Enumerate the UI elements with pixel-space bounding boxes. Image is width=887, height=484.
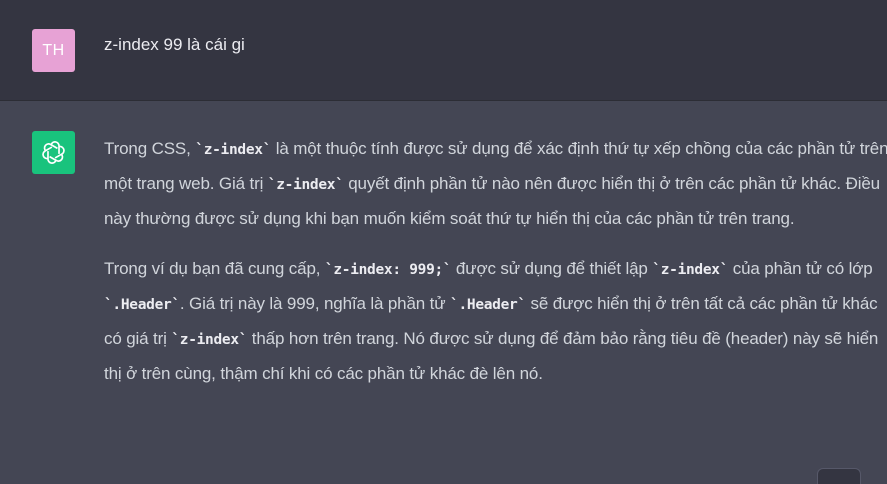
assistant-avatar	[32, 131, 75, 174]
paragraph-1: Trong CSS, `z-index` là một thuộc tính đ…	[104, 132, 887, 236]
chat-conversation: TH z-index 99 là cái gi Trong CSS, `z-in…	[0, 0, 887, 484]
text-segment: của phần tử có lớp	[728, 259, 873, 278]
inline-code: `z-index: 999;`	[324, 262, 452, 278]
user-message-text: z-index 99 là cái gi	[104, 35, 245, 54]
openai-logo-icon	[42, 141, 65, 164]
text-segment: . Giá trị này là 999, nghĩa là phần tử	[179, 294, 451, 313]
inline-code: `z-index`	[267, 177, 344, 193]
scroll-to-bottom-button[interactable]	[817, 468, 861, 484]
inline-code: `.Header`	[450, 297, 526, 313]
paragraph-2: Trong ví dụ bạn đã cung cấp, `z-index: 9…	[104, 252, 887, 391]
inline-code: `.Header`	[104, 297, 180, 313]
text-segment: được sử dụng để thiết lập	[451, 259, 653, 278]
inline-code: `z-index`	[195, 142, 272, 158]
text-segment: Trong ví dụ bạn đã cung cấp,	[104, 259, 325, 278]
assistant-message-row: Trong CSS, `z-index` là một thuộc tính đ…	[0, 101, 887, 484]
inline-code: `z-index`	[652, 262, 729, 278]
text-segment: Trong CSS,	[104, 139, 196, 158]
user-message-row: TH z-index 99 là cái gi	[0, 0, 887, 101]
user-avatar: TH	[32, 29, 75, 72]
inline-code: `z-index`	[171, 332, 248, 348]
assistant-message-text: Trong CSS, `z-index` là một thuộc tính đ…	[104, 132, 887, 391]
